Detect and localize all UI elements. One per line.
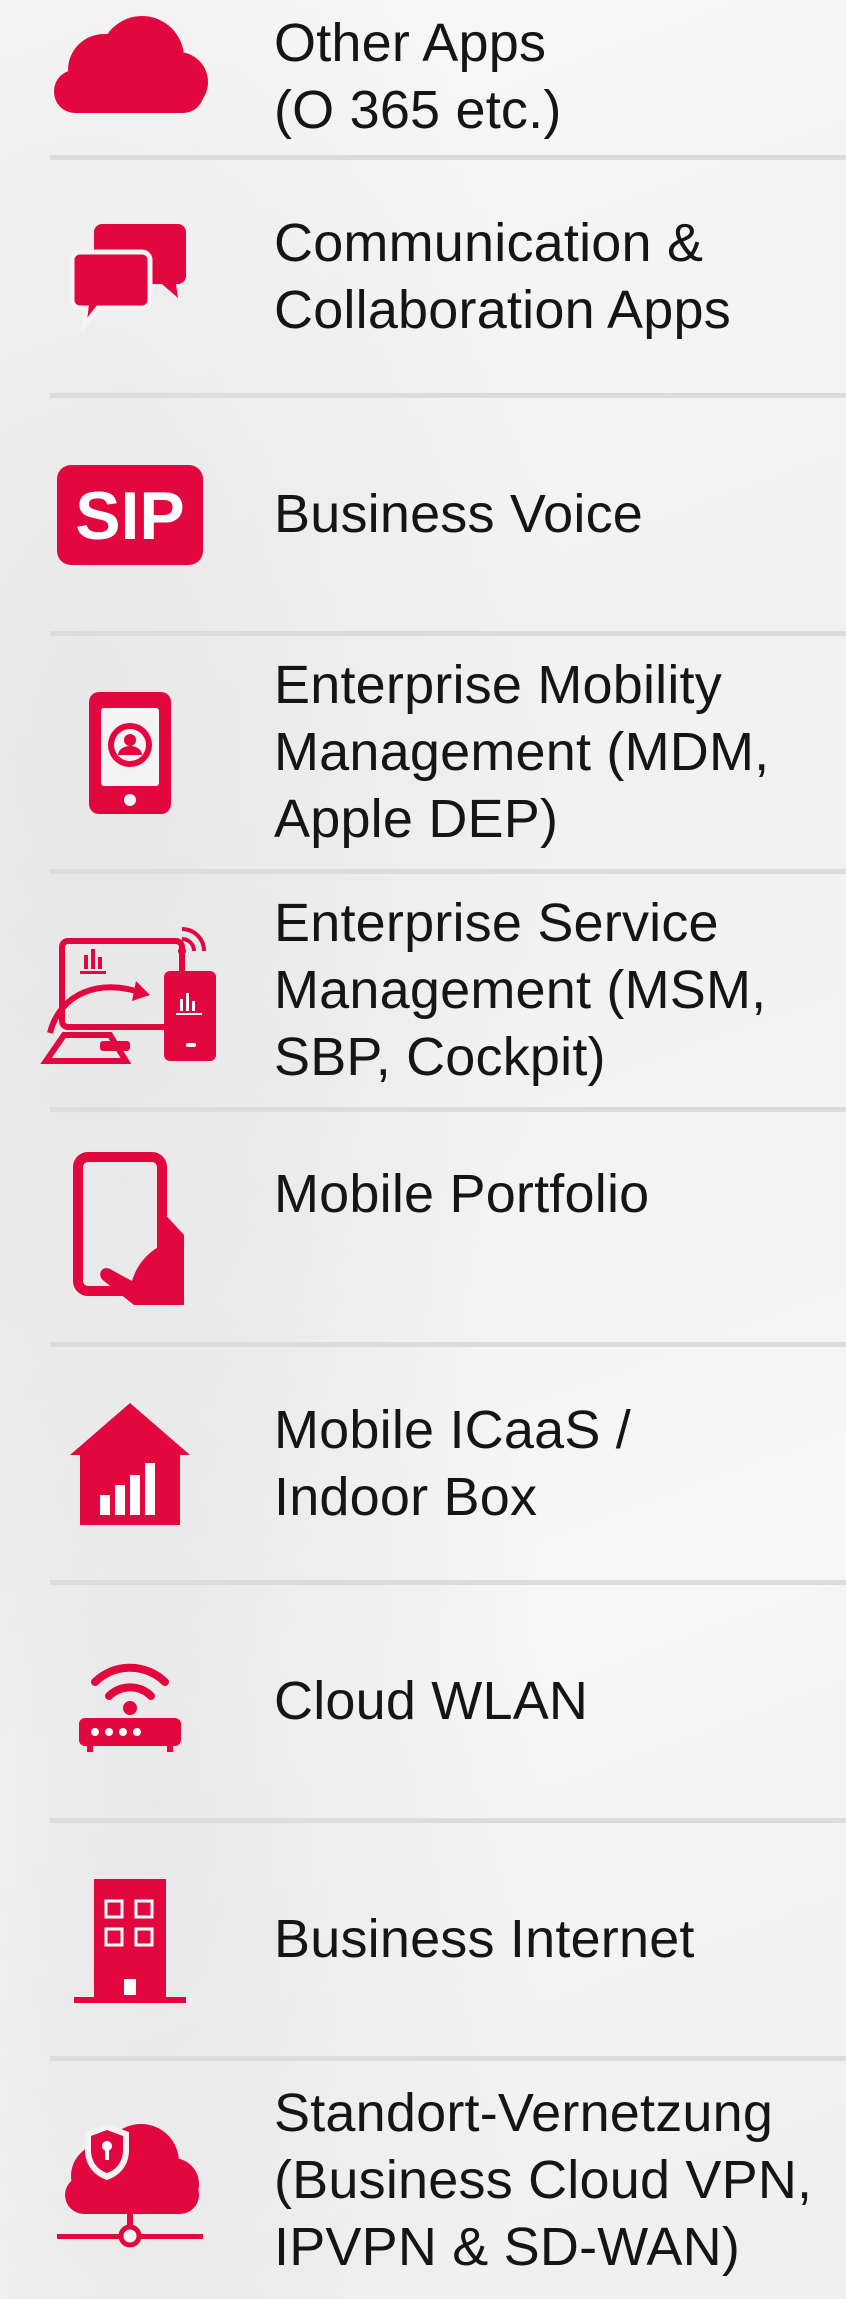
wifi-router-icon: [35, 1585, 225, 1818]
list-item-mobile-icaas: Mobile ICaaS / Indoor Box: [0, 1347, 846, 1580]
sip-icon-text: SIP: [75, 478, 185, 554]
item-label: Standort-Vernetzung (Business Cloud VPN,…: [274, 2082, 813, 2277]
item-label: Mobile Portfolio: [274, 1163, 650, 1224]
list-item-enterprise-service: Enterprise Service Management (MSM, SBP,…: [0, 874, 846, 1107]
list-item-enterprise-mobility: Enterprise Mobility Management (MDM, App…: [0, 636, 846, 869]
list-item-standort-vernetzung: Standort-Vernetzung (Business Cloud VPN,…: [0, 2061, 846, 2299]
item-label: Business Internet: [274, 1909, 695, 1969]
item-label: Business Voice: [274, 484, 644, 544]
item-label: Cloud WLAN: [274, 1671, 589, 1731]
cloud-security-network-icon: [35, 2061, 225, 2299]
cloud-icon: [35, 0, 225, 125]
list-item-business-voice: SIP Business Voice: [0, 398, 846, 631]
item-label: Mobile ICaaS / Indoor Box: [274, 1399, 631, 1527]
item-label: Enterprise Service Management (MSM, SBP,…: [274, 893, 767, 1087]
service-management-devices-icon: [35, 874, 225, 1107]
item-label: Other Apps (O 365 etc.): [274, 13, 562, 140]
sip-icon: SIP: [35, 398, 225, 631]
mobile-device-management-icon: [35, 636, 225, 869]
hand-holding-phone-icon: [35, 1112, 225, 1345]
list-item-cloud-wlan: Cloud WLAN: [0, 1585, 846, 1818]
list-item-communication-collaboration: Communication & Collaboration Apps: [0, 160, 846, 393]
list-item-mobile-portfolio: Mobile Portfolio: [0, 1112, 846, 1345]
item-label: Enterprise Mobility Management (MDM, App…: [274, 655, 770, 849]
service-list: Other Apps (O 365 etc.) Communication & …: [0, 0, 846, 2299]
item-label: Communication & Collaboration Apps: [274, 212, 731, 340]
office-building-icon: [35, 1823, 225, 2056]
chat-bubbles-icon: [35, 160, 225, 393]
list-item-other-apps: Other Apps (O 365 etc.): [0, 0, 846, 158]
list-item-business-internet: Business Internet: [0, 1823, 846, 2056]
house-signal-icon: [35, 1347, 225, 1580]
